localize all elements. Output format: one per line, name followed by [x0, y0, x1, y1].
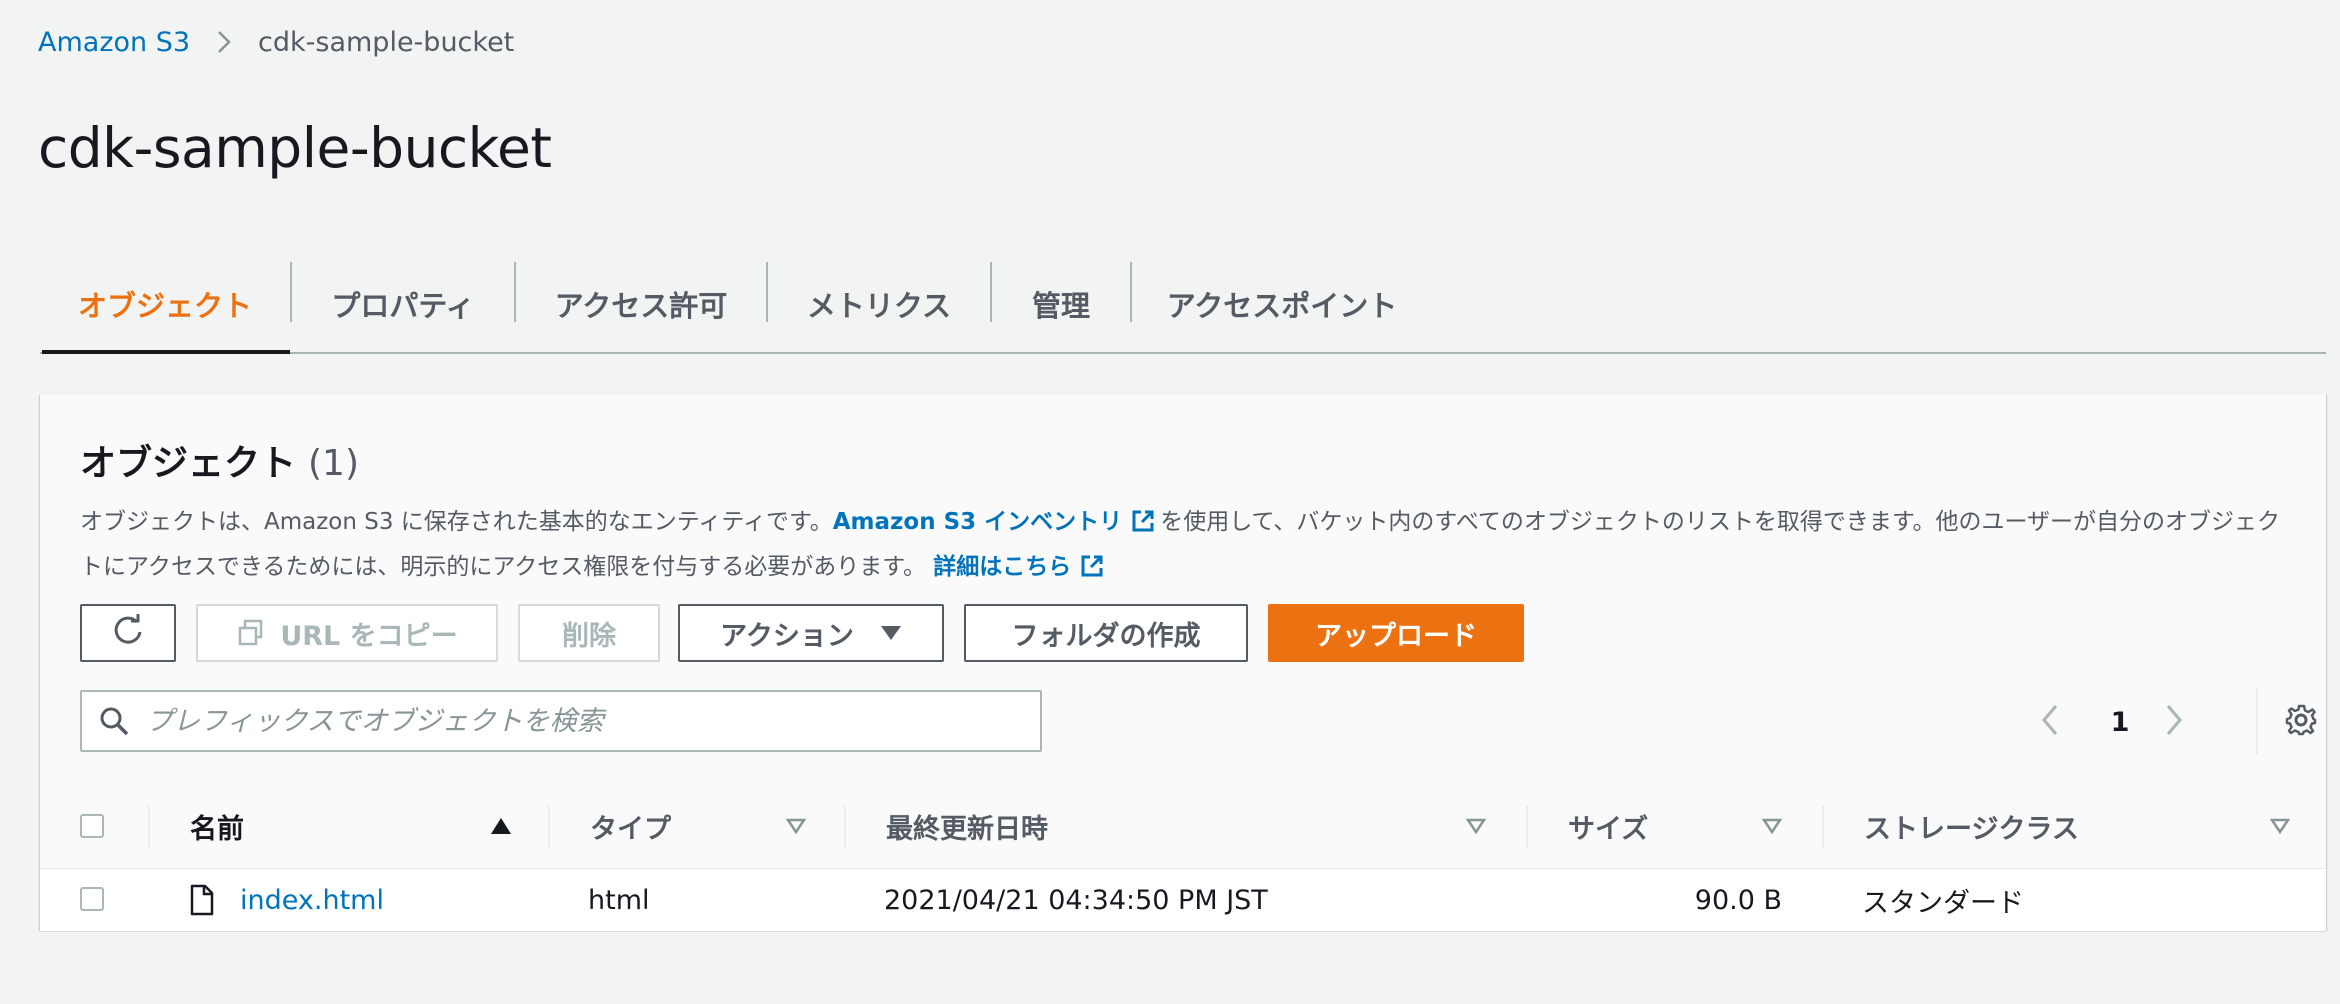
column-divider [548, 806, 550, 848]
breadcrumb-item-amazon-s3[interactable]: Amazon S3 [38, 27, 190, 58]
upload-button[interactable]: アップロード [1268, 604, 1524, 662]
actions-dropdown[interactable]: アクション [678, 604, 944, 662]
table-row: index.html html 2021/04/21 04:34:50 PM J… [40, 868, 2326, 931]
object-name-link[interactable]: index.html [240, 869, 384, 931]
tab-management[interactable]: 管理 [992, 258, 1130, 350]
copy-url-label: URL をコピー [280, 620, 458, 652]
column-divider [148, 806, 150, 848]
tab-permissions[interactable]: アクセス許可 [516, 258, 766, 350]
column-header-size[interactable]: サイズ [1568, 784, 1648, 868]
sort-icon[interactable] [786, 784, 806, 868]
breadcrumb: Amazon S3 cdk-sample-bucket [38, 24, 514, 60]
file-icon [190, 869, 214, 931]
column-header-name[interactable]: 名前 [190, 784, 244, 868]
object-size: 90.0 B [1694, 884, 1782, 916]
table-preferences-button[interactable] [2284, 694, 2324, 750]
inventory-link-label: Amazon S3 インベントリ [832, 509, 1123, 535]
search-input[interactable] [144, 704, 1008, 738]
page-number[interactable]: 1 [2100, 694, 2140, 750]
refresh-icon [110, 612, 146, 655]
create-folder-label: フォルダの作成 [1011, 620, 1201, 652]
sort-ascending-icon[interactable] [490, 784, 512, 868]
copy-icon [236, 618, 266, 648]
column-divider [1822, 806, 1824, 848]
inventory-link[interactable]: Amazon S3 インベントリ [833, 509, 1160, 535]
external-link-icon [1130, 507, 1156, 547]
learn-more-label: 詳細はこちら [933, 554, 1072, 580]
column-divider [1526, 806, 1528, 848]
actions-label: アクション [720, 620, 854, 652]
tab-properties[interactable]: プロパティ [292, 258, 514, 350]
column-header-storage-class[interactable]: ストレージクラス [1864, 784, 2079, 868]
copy-url-button[interactable]: URL をコピー [196, 604, 498, 662]
chevron-left-icon [2040, 703, 2060, 741]
chevron-right-icon [2164, 703, 2184, 741]
next-page-button[interactable] [2164, 694, 2196, 750]
page-title: cdk-sample-bucket [38, 116, 552, 180]
learn-more-link[interactable]: 詳細はこちら [933, 554, 1109, 580]
caret-down-icon [880, 625, 902, 641]
column-divider [844, 806, 846, 848]
refresh-button[interactable] [80, 604, 176, 662]
previous-page-button[interactable] [2040, 694, 2072, 750]
search-box [80, 690, 1042, 752]
object-type: html [588, 884, 650, 916]
gear-icon [2284, 703, 2318, 741]
active-tab-indicator [42, 350, 290, 354]
description-text: オブジェクトは、Amazon S3 に保存された基本的なエンティティです。 [80, 509, 833, 535]
objects-heading: オブジェクト (1) [80, 434, 359, 486]
objects-panel-header: オブジェクト (1) オブジェクトは、Amazon S3 に保存された基本的なエン… [40, 394, 2326, 785]
objects-title: オブジェクト [80, 443, 297, 484]
sort-icon[interactable] [2270, 784, 2290, 868]
column-header-type[interactable]: タイプ [590, 784, 671, 868]
object-storage-class: スタンダード [1862, 887, 2024, 919]
objects-description: オブジェクトは、Amazon S3 に保存された基本的なエンティティです。Ama… [80, 502, 2290, 592]
search-icon [98, 705, 130, 737]
tab-access-points[interactable]: アクセスポイント [1132, 258, 1432, 350]
sort-icon[interactable] [1466, 784, 1486, 868]
tab-objects[interactable]: オブジェクト [40, 258, 290, 350]
tab-metrics[interactable]: メトリクス [768, 258, 990, 350]
table-header: 名前 タイプ 最終更新日時 サイズ ストレージクラス [40, 784, 2326, 868]
external-link-icon [1079, 552, 1105, 592]
upload-label: アップロード [1315, 620, 1477, 652]
delete-label: 削除 [562, 620, 616, 652]
chevron-right-icon [216, 29, 232, 55]
objects-count: (1) [308, 443, 360, 484]
create-folder-button[interactable]: フォルダの作成 [964, 604, 1248, 662]
tab-bar: オブジェクト プロパティ アクセス許可 メトリクス 管理 アクセスポイント [40, 258, 2326, 354]
sort-icon[interactable] [1762, 784, 1782, 868]
objects-panel: オブジェクト (1) オブジェクトは、Amazon S3 に保存された基本的なエン… [40, 394, 2326, 931]
select-all-checkbox[interactable] [80, 814, 104, 838]
row-checkbox[interactable] [80, 887, 104, 911]
object-last-modified: 2021/04/21 04:34:50 PM JST [884, 884, 1268, 916]
column-header-last-modified[interactable]: 最終更新日時 [886, 784, 1048, 868]
pager-divider [2256, 688, 2258, 754]
breadcrumb-item-current: cdk-sample-bucket [258, 26, 515, 58]
delete-button[interactable]: 削除 [518, 604, 660, 662]
